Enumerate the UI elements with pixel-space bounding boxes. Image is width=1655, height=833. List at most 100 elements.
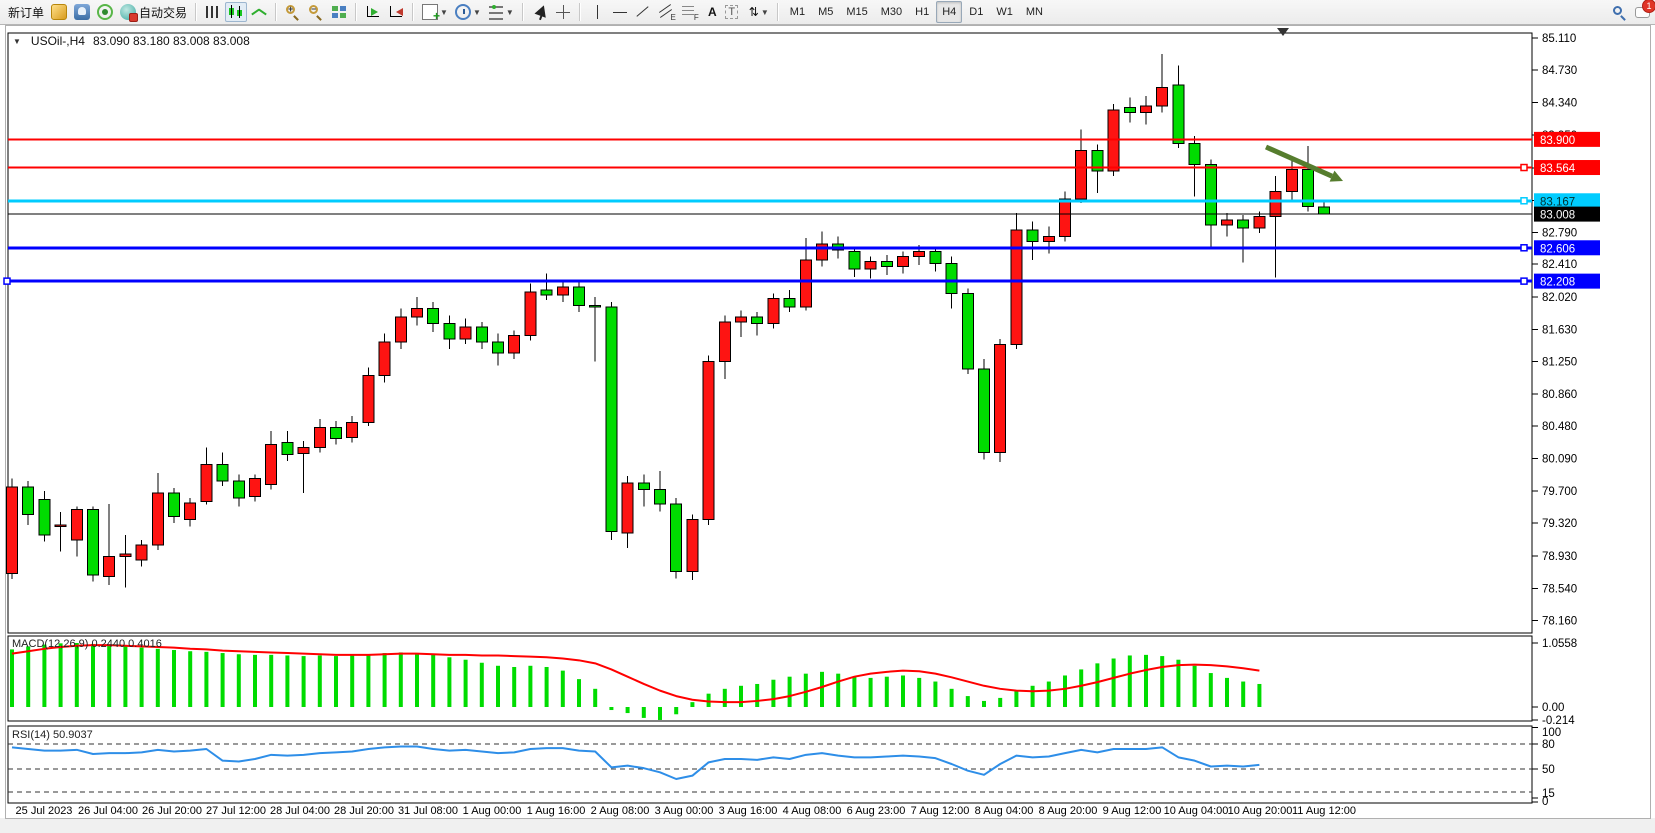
search-icon[interactable] (1608, 2, 1630, 22)
timeframe-button-MN[interactable]: MN (1020, 1, 1049, 23)
toolbar-separator (412, 3, 414, 21)
svg-text:31 Jul 08:00: 31 Jul 08:00 (398, 805, 458, 817)
tile-windows-icon[interactable] (328, 2, 350, 22)
candle-down (574, 287, 585, 305)
metaquotes-icon[interactable] (48, 2, 70, 22)
candle-up (201, 464, 212, 501)
chart-window[interactable]: 85.11084.73084.34083.95083.56083.17082.7… (0, 25, 1655, 833)
signals-icon[interactable] (94, 2, 116, 22)
svg-text:78.540: 78.540 (1542, 583, 1577, 595)
fibonacci-icon[interactable]: F (678, 2, 700, 22)
vertical-line-icon[interactable] (586, 2, 608, 22)
chevron-down-icon[interactable]: ▼ (506, 8, 514, 17)
line-chart-icon[interactable] (248, 2, 270, 22)
timeframe-button-M30[interactable]: M30 (875, 1, 908, 23)
candle-down (655, 490, 666, 504)
candle-up (768, 299, 779, 324)
macd-bar (1047, 682, 1051, 707)
svg-text:11 Aug 12:00: 11 Aug 12:00 (1292, 805, 1356, 817)
candle-chart-icon[interactable] (225, 2, 247, 22)
candle-down (493, 342, 504, 353)
line-handle[interactable] (1521, 245, 1527, 251)
macd-bar (561, 671, 565, 707)
price-tag-83.008: 83.008 (1534, 207, 1600, 222)
time-axis[interactable]: 25 Jul 202326 Jul 04:0026 Jul 20:0027 Ju… (16, 805, 1356, 817)
new-order-button-label: 新订单 (8, 4, 44, 21)
macd-bar (1193, 666, 1197, 707)
new-order-button[interactable]: 新订单 (2, 2, 47, 22)
horizontal-line-icon[interactable] (609, 2, 631, 22)
chart-shift-icon[interactable] (385, 2, 407, 22)
bottom-strip (0, 818, 1655, 833)
candle-up (7, 487, 18, 573)
chevron-down-icon[interactable]: ▼ (440, 8, 448, 17)
chevron-down-icon[interactable]: ▼ (761, 8, 769, 17)
macd-bar (334, 656, 338, 707)
line-handle[interactable] (1521, 278, 1527, 284)
candle-up (314, 428, 325, 448)
svg-text:78.160: 78.160 (1542, 615, 1577, 627)
macd-bar (107, 645, 111, 707)
toolbar-separator (275, 3, 277, 21)
price-tag-83.900: 83.900 (1534, 132, 1600, 147)
auto-trading-button (120, 4, 136, 20)
zoom-out-icon[interactable]: − (305, 2, 327, 22)
svg-text:82.208: 82.208 (1540, 277, 1575, 289)
chart-settings-icon[interactable]: ▼ (485, 2, 517, 22)
zoom-in-icon[interactable]: + (282, 2, 304, 22)
line-handle[interactable] (4, 278, 10, 284)
cursor-icon[interactable] (529, 2, 551, 22)
candle-up (379, 342, 390, 376)
candle-up (1043, 237, 1054, 242)
notifications-icon[interactable]: 1 (1631, 2, 1653, 22)
shapes-icon[interactable]: ⇅▼ (743, 2, 772, 22)
macd-bar (690, 702, 694, 707)
macd-bar (156, 649, 160, 707)
candle-up (719, 322, 730, 361)
line-handle[interactable] (1521, 165, 1527, 171)
profiles-icon[interactable]: ▼ (452, 2, 484, 22)
candle-down (962, 294, 973, 369)
candle-up (250, 479, 261, 497)
timeframe-button-M5[interactable]: M5 (812, 1, 839, 23)
community-icon[interactable] (71, 2, 93, 22)
chevron-down-icon[interactable]: ▼ (473, 8, 481, 17)
macd-bar (302, 656, 306, 707)
collapse-icon[interactable]: ▼ (13, 37, 21, 46)
auto-trading-button[interactable]: 自动交易 (117, 2, 190, 22)
metaquotes-icon (51, 4, 67, 20)
svg-text:10 Aug 04:00: 10 Aug 04:00 (1164, 805, 1229, 817)
cursor-icon (532, 4, 548, 20)
timeframe-button-H4[interactable]: H4 (936, 1, 962, 23)
channel-icon[interactable]: E (655, 2, 677, 22)
macd-bar (26, 646, 30, 707)
text-icon[interactable]: A (701, 2, 721, 22)
svg-text:82.020: 82.020 (1542, 292, 1577, 304)
trendline-icon[interactable] (632, 2, 654, 22)
macd-bar (366, 654, 370, 707)
timeframe-button-W1[interactable]: W1 (990, 1, 1019, 23)
label-icon[interactable]: T (722, 2, 742, 22)
macd-bar (674, 707, 678, 714)
svg-text:7 Aug 12:00: 7 Aug 12:00 (911, 805, 970, 817)
new-chart-icon[interactable]: ▼ (419, 2, 451, 22)
candle-up (1141, 106, 1152, 113)
timeframe-button-H1[interactable]: H1 (909, 1, 935, 23)
chart-canvas[interactable]: 85.11084.73084.34083.95083.56083.17082.7… (0, 25, 1655, 833)
macd-bar (188, 651, 192, 707)
macd-bar (1176, 660, 1180, 707)
macd-axis-label: 0.00 (1542, 702, 1564, 714)
macd-bar (593, 689, 597, 707)
line-handle[interactable] (1521, 198, 1527, 204)
crosshair-icon[interactable] (552, 2, 574, 22)
candle-down (849, 252, 860, 270)
candle-down (930, 252, 941, 264)
auto-scroll-icon[interactable] (362, 2, 384, 22)
timeframe-button-M1[interactable]: M1 (784, 1, 811, 23)
timeframe-button-M15[interactable]: M15 (840, 1, 873, 23)
macd-bar (415, 653, 419, 707)
bar-chart-icon[interactable] (202, 2, 224, 22)
timeframe-button-D1[interactable]: D1 (963, 1, 989, 23)
candle-up (71, 510, 82, 540)
rsi-axis-label: 80 (1542, 739, 1555, 751)
